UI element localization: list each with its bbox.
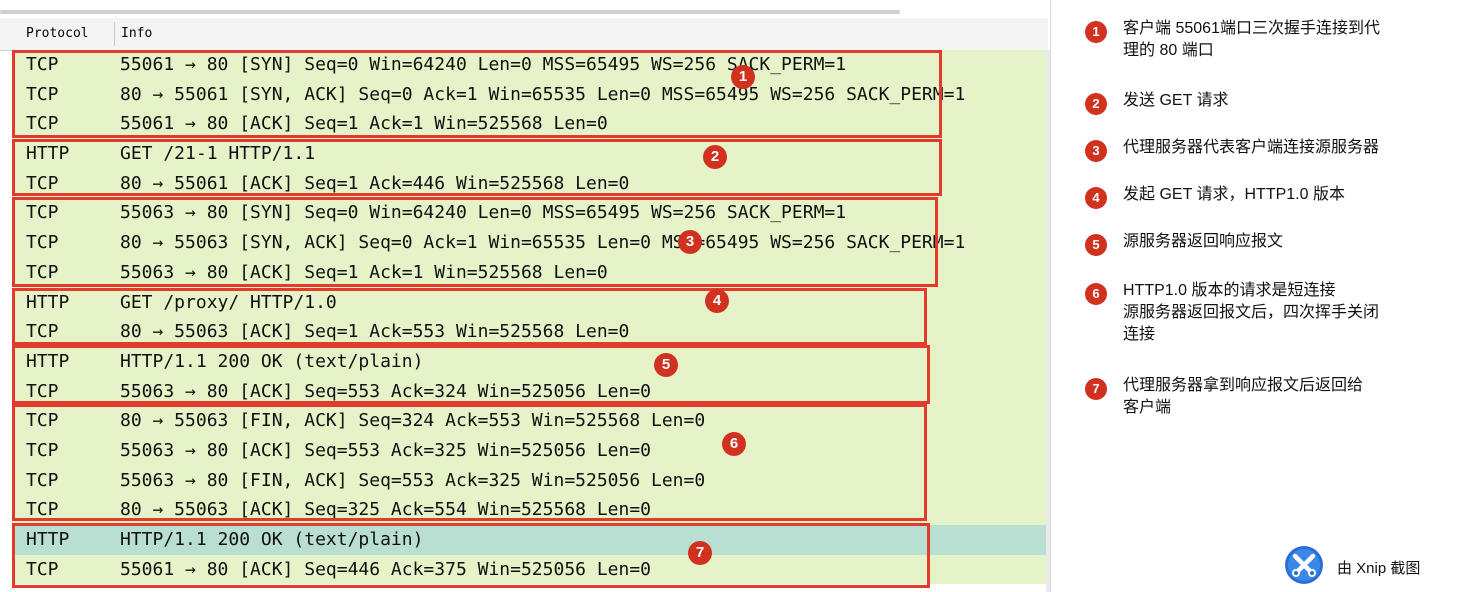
- horizontal-scrollbar[interactable]: [0, 10, 900, 14]
- group-badge-7: 7: [688, 541, 712, 565]
- column-protocol[interactable]: Protocol: [26, 26, 89, 41]
- note-badge: 6: [1085, 283, 1107, 305]
- group-box-1: [12, 50, 942, 138]
- note-text: 代理服务器拿到响应报文后返回给 客户端: [1123, 377, 1364, 416]
- note-text: 客户端 55061端口三次握手连接到代 理的 80 端口: [1123, 20, 1380, 59]
- group-badge-2: 2: [703, 145, 727, 169]
- note-badge: 1: [1085, 21, 1107, 43]
- note-badge: 7: [1085, 378, 1107, 400]
- note-text: 源服务器返回响应报文: [1123, 233, 1284, 250]
- group-badge-6: 6: [722, 432, 746, 456]
- note-text: HTTP1.0 版本的请求是短连接 源服务器返回报文后，四次挥手关闭 连接: [1123, 282, 1380, 343]
- note-text: 发送 GET 请求: [1123, 92, 1229, 109]
- group-badge-3: 3: [678, 230, 702, 254]
- group-box-2: [12, 139, 942, 196]
- vertical-scrollbar[interactable]: [1046, 50, 1050, 592]
- group-box-7: [12, 523, 930, 588]
- group-box-6: [12, 404, 927, 521]
- column-header: Protocol Info: [0, 18, 1048, 51]
- group-badge-1: 1: [731, 65, 755, 89]
- top-scrollbar-area: [0, 0, 1050, 16]
- note-badge: 2: [1085, 93, 1107, 115]
- note-text: 发起 GET 请求，HTTP1.0 版本: [1123, 186, 1345, 203]
- xnip-label: 由 Xnip 截图: [1337, 560, 1421, 577]
- note-badge: 4: [1085, 187, 1107, 209]
- note-badge: 5: [1085, 234, 1107, 256]
- group-box-4: [12, 288, 927, 345]
- column-info[interactable]: Info: [121, 26, 152, 41]
- group-box-5: [12, 345, 930, 404]
- group-box-3: [12, 197, 938, 287]
- note-badge: 3: [1085, 140, 1107, 162]
- group-badge-4: 4: [705, 289, 729, 313]
- xnip-logo-icon: [1285, 546, 1323, 584]
- note-text: 代理服务器代表客户端连接源服务器: [1123, 139, 1380, 156]
- group-badge-5: 5: [654, 353, 678, 377]
- column-separator[interactable]: [114, 22, 115, 46]
